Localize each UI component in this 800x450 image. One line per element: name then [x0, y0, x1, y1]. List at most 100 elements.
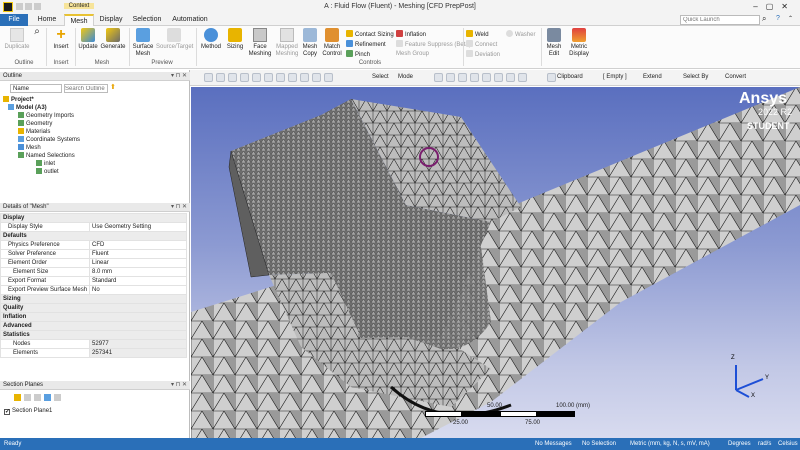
plane-mode-icon[interactable] — [44, 394, 51, 401]
mesh-copy-button[interactable]: Mesh Copy — [300, 28, 320, 58]
tab-mesh[interactable]: Mesh — [64, 14, 94, 26]
section-planes-pin-icon[interactable]: ▾ ⊓ ✕ — [171, 381, 187, 390]
tree-project[interactable]: Project* — [3, 96, 34, 104]
detail-value[interactable]: Fluent — [89, 249, 187, 259]
mesh-edit-button[interactable]: Mesh Edit — [543, 28, 565, 58]
rotate-icon[interactable] — [264, 73, 273, 82]
select-edge-icon[interactable] — [446, 73, 455, 82]
tree-named-selections[interactable]: Named Selections — [18, 152, 75, 160]
zoom-out-icon[interactable] — [216, 73, 225, 82]
next-view-icon[interactable] — [312, 73, 321, 82]
search-icon[interactable]: ⌕ — [762, 14, 766, 24]
select-vertex-icon[interactable] — [434, 73, 443, 82]
status-temp[interactable]: Celsius — [778, 438, 798, 450]
pin-icon[interactable]: ▾ ⊓ ✕ — [171, 72, 187, 81]
select-element-icon[interactable] — [494, 73, 503, 82]
mesh-group-button[interactable]: Mesh Group — [396, 50, 429, 58]
details-pin-icon[interactable]: ▾ ⊓ ✕ — [171, 203, 187, 212]
select-by-dropdown[interactable]: Select By — [683, 74, 708, 80]
section-quality[interactable]: Quality — [0, 303, 187, 313]
sizing-button[interactable]: Sizing — [224, 28, 246, 51]
match-control-button[interactable]: Match Control — [320, 28, 344, 58]
detail-value[interactable]: CFD — [89, 240, 187, 250]
status-angle[interactable]: Degrees — [728, 438, 751, 450]
clipboard-dropdown[interactable]: Clipboard — [557, 74, 583, 80]
section-display[interactable]: Display — [0, 213, 187, 223]
select-button[interactable]: Select — [372, 74, 389, 80]
detail-value[interactable]: 8.0 mm — [89, 267, 187, 277]
pinch-button[interactable]: Pinch — [346, 50, 370, 59]
method-button[interactable]: Method — [199, 28, 223, 51]
quick-launch-input[interactable] — [680, 15, 760, 25]
status-rate[interactable]: rad/s — [758, 438, 771, 450]
tab-display[interactable]: Display — [96, 14, 126, 26]
show-plane-icon[interactable] — [34, 394, 41, 401]
window-controls[interactable]: –▢✕ — [753, 2, 796, 11]
feature-suppress-button[interactable]: Feature Suppress (Beta) — [396, 40, 471, 49]
delete-plane-icon[interactable] — [24, 394, 31, 401]
tab-selection[interactable]: Selection — [130, 14, 164, 26]
tree-geometry-imports[interactable]: Geometry Imports — [18, 112, 74, 120]
select-all-icon[interactable] — [518, 73, 527, 82]
pan-icon[interactable] — [252, 73, 261, 82]
outline-filter-icon[interactable]: ⬆ — [110, 83, 116, 91]
tab-automation[interactable]: Automation — [170, 14, 210, 26]
tab-home[interactable]: Home — [32, 14, 62, 26]
section-plane-item[interactable]: ✓ Section Plane1 — [4, 407, 52, 415]
graphics-viewport[interactable]: Ansys 2022 R2 STUDENT 50.00 100.00 (mm) … — [191, 87, 800, 438]
add-plane-icon[interactable] — [14, 394, 21, 401]
connect-button[interactable]: Connect — [466, 40, 497, 49]
detail-value[interactable]: Linear — [89, 258, 187, 268]
extend-dropdown[interactable]: Extend — [643, 74, 662, 80]
source-target-button[interactable]: Source/Target — [156, 28, 193, 51]
section-advanced[interactable]: Advanced — [0, 321, 187, 331]
contact-sizing-button[interactable]: Contact Sizing — [346, 30, 394, 39]
previous-view-icon[interactable] — [300, 73, 309, 82]
mode-dropdown[interactable]: Mode — [398, 74, 413, 80]
mapped-meshing-button[interactable]: Mapped Meshing — [274, 28, 300, 58]
select-node-icon[interactable] — [482, 73, 491, 82]
outline-name-filter[interactable]: Name — [10, 84, 62, 93]
generate-button[interactable]: Generate — [100, 28, 126, 51]
detail-value[interactable]: No — [89, 285, 187, 295]
insert-button[interactable]: + Insert — [50, 27, 72, 51]
search-outline-button[interactable]: ⌕ — [32, 27, 42, 37]
help-icon[interactable]: ? — [776, 15, 780, 22]
weld-button[interactable]: Weld — [466, 30, 489, 39]
select-body-icon[interactable] — [470, 73, 479, 82]
plane-options-icon[interactable] — [54, 394, 61, 401]
status-units[interactable]: Metric (mm, kg, N, s, mV, mA) — [630, 438, 710, 450]
deviation-button[interactable]: Deviation — [466, 50, 500, 59]
select-mode-icon[interactable] — [324, 73, 333, 82]
update-button[interactable]: Update — [77, 28, 99, 51]
section-sizing[interactable]: Sizing — [0, 294, 187, 304]
fit-icon[interactable] — [228, 73, 237, 82]
tab-file[interactable]: File — [0, 14, 28, 26]
tree-geometry[interactable]: Geometry — [18, 120, 52, 128]
tree-mesh[interactable]: Mesh — [18, 144, 41, 152]
tree-model[interactable]: Model (A3) — [8, 104, 47, 112]
tree-materials[interactable]: Materials — [18, 128, 50, 136]
box-zoom-icon[interactable] — [240, 73, 249, 82]
metric-display-button[interactable]: Metric Display — [566, 28, 592, 58]
select-face-icon[interactable] — [458, 73, 467, 82]
outline-search-input[interactable] — [64, 84, 108, 93]
tree-outlet[interactable]: outlet — [36, 168, 59, 176]
chevron-up-icon[interactable]: ⌃ — [788, 15, 793, 22]
face-meshing-button[interactable]: Face Meshing — [247, 28, 273, 58]
surface-mesh-button[interactable]: Surface Mesh — [131, 28, 155, 58]
convert-dropdown[interactable]: Convert — [725, 74, 746, 80]
clipboard-icon[interactable] — [547, 73, 556, 82]
washer-button[interactable]: Washer — [506, 30, 535, 39]
section-inflation[interactable]: Inflation — [0, 312, 187, 322]
detail-value[interactable]: Use Geometry Setting — [89, 222, 187, 232]
look-at-icon[interactable] — [276, 73, 285, 82]
iso-view-icon[interactable] — [288, 73, 297, 82]
duplicate-button[interactable]: Duplicate — [4, 28, 30, 51]
section-statistics[interactable]: Statistics — [0, 330, 187, 340]
zoom-in-icon[interactable] — [204, 73, 213, 82]
tree-inlet[interactable]: inlet — [36, 160, 55, 168]
select-element-face-icon[interactable] — [506, 73, 515, 82]
detail-value[interactable]: Standard — [89, 276, 187, 286]
tree-coordinate-systems[interactable]: Coordinate Systems — [18, 136, 80, 144]
